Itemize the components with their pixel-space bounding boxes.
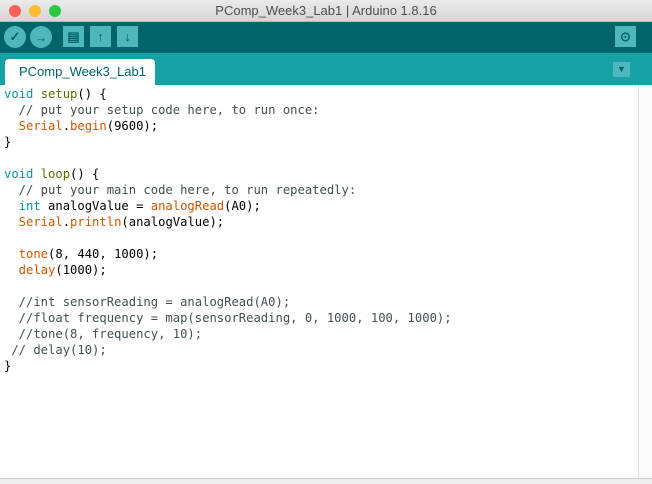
arrow-up-icon: ↑	[97, 29, 104, 44]
code-line: delay(1000);	[4, 262, 638, 278]
serial-monitor-button[interactable]: ⊙	[615, 26, 636, 47]
toolbar: ✓ → ▤ ↑ ↓ ⊙	[0, 22, 652, 53]
code-token: (1000);	[55, 263, 106, 277]
code-token: int	[4, 199, 41, 213]
tab-menu-button[interactable]: ▼	[613, 62, 630, 77]
code-token: .	[63, 215, 70, 229]
new-sketch-button[interactable]: ▤	[63, 26, 84, 47]
upload-button[interactable]: →	[30, 26, 52, 48]
verify-button[interactable]: ✓	[4, 26, 26, 48]
code-token: (A0);	[224, 199, 261, 213]
magnifier-icon: ⊙	[620, 29, 631, 45]
code-token: (analogValue);	[121, 215, 224, 229]
code-line: // put your setup code here, to run once…	[4, 102, 638, 118]
code-token: }	[4, 359, 11, 373]
code-line: //float frequency = map(sensorReading, 0…	[4, 310, 638, 326]
code-line	[4, 278, 638, 294]
code-token: // delay(10);	[4, 343, 107, 357]
title-bar: PComp_Week3_Lab1 | Arduino 1.8.16	[0, 0, 652, 22]
tab-sketch[interactable]: PComp_Week3_Lab1	[5, 59, 155, 85]
code-line: int analogValue = analogRead(A0);	[4, 198, 638, 214]
code-token: Serial	[4, 119, 63, 133]
code-line: //int sensorReading = analogRead(A0);	[4, 294, 638, 310]
code-token: delay	[4, 263, 55, 277]
window-title: PComp_Week3_Lab1 | Arduino 1.8.16	[215, 3, 436, 18]
code-line: // put your main code here, to run repea…	[4, 182, 638, 198]
check-icon: ✓	[10, 29, 21, 45]
code-token: loop	[33, 167, 70, 181]
code-editor[interactable]: void setup() { // put your setup code he…	[0, 85, 638, 478]
code-token: (8, 440, 1000);	[48, 247, 158, 261]
code-token: // put your setup code here, to run once…	[4, 103, 320, 117]
code-line	[4, 150, 638, 166]
vertical-scrollbar[interactable]	[638, 85, 652, 478]
code-token: //float frequency = map(sensorReading, 0…	[4, 311, 452, 325]
code-line: // delay(10);	[4, 342, 638, 358]
code-token: // put your main code here, to run repea…	[4, 183, 356, 197]
code-token: println	[70, 215, 121, 229]
arrow-right-icon: →	[35, 30, 48, 45]
code-line: //tone(8, frequency, 10);	[4, 326, 638, 342]
code-token: void	[4, 167, 33, 181]
code-token: analogRead	[151, 199, 224, 213]
code-line	[4, 230, 638, 246]
code-token: tone	[4, 247, 48, 261]
code-token: (9600);	[107, 119, 158, 133]
code-token: .	[63, 119, 70, 133]
console-divider[interactable]	[0, 478, 652, 484]
code-line: void setup() {	[4, 86, 638, 102]
code-line: }	[4, 358, 638, 374]
code-line: tone(8, 440, 1000);	[4, 246, 638, 262]
close-window-button[interactable]	[9, 5, 21, 17]
code-line: Serial.begin(9600);	[4, 118, 638, 134]
code-token: void	[4, 87, 33, 101]
code-line: Serial.println(analogValue);	[4, 214, 638, 230]
code-token: Serial	[4, 215, 63, 229]
code-token: analogValue =	[41, 199, 151, 213]
code-line: void loop() {	[4, 166, 638, 182]
code-token: () {	[77, 87, 106, 101]
save-button[interactable]: ↓	[117, 26, 138, 47]
minimize-window-button[interactable]	[29, 5, 41, 17]
code-token: begin	[70, 119, 107, 133]
code-token: () {	[70, 167, 99, 181]
tab-strip: PComp_Week3_Lab1 ▼	[0, 53, 652, 85]
zoom-window-button[interactable]	[49, 5, 61, 17]
open-button[interactable]: ↑	[90, 26, 111, 47]
chevron-down-icon: ▼	[617, 64, 626, 74]
code-line: }	[4, 134, 638, 150]
code-token: }	[4, 135, 11, 149]
arrow-down-icon: ↓	[124, 29, 131, 44]
code-token: //tone(8, frequency, 10);	[4, 327, 202, 341]
document-icon: ▤	[67, 29, 79, 45]
code-token: setup	[33, 87, 77, 101]
code-token: //int sensorReading = analogRead(A0);	[4, 295, 290, 309]
